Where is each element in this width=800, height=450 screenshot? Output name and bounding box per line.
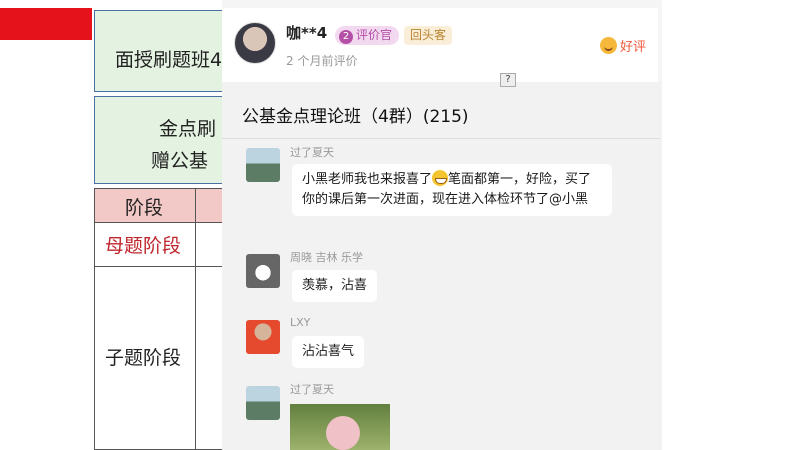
avatar	[246, 320, 280, 354]
message-bubble: 小黑老师我也来报喜了 笔面都第一，好险，买了你的课后第一次进面，现在进入体检环节了…	[292, 164, 612, 216]
divider	[222, 138, 660, 139]
group-chat-title: 公基金点理论班（4群）(215)	[242, 107, 469, 127]
table-row: 母题阶段	[95, 223, 233, 267]
message-text: 沾沾喜气	[302, 344, 355, 359]
row-label-mother: 母题阶段	[105, 235, 182, 257]
message-bubble: 羡慕，沾喜	[292, 270, 378, 302]
message-text: 羡慕，沾喜	[302, 278, 368, 293]
avatar	[246, 254, 280, 288]
pig-image	[326, 416, 360, 450]
evaluator-level: 2	[339, 30, 353, 44]
message-bubble: 沾沾喜气	[292, 336, 365, 368]
help-icon[interactable]: ?	[500, 73, 516, 87]
message-sender: 过了夏天	[290, 146, 334, 159]
review-header: 咖**4 2 评价官 回头客 2 个月前评价 好评	[222, 8, 658, 82]
smile-icon	[600, 37, 617, 54]
screen: 面授刷题班4 金点刷 赠公基 阶段 母题阶段 子题阶段 咖**4 2 评价官 回头…	[0, 0, 800, 450]
right-blank-area	[660, 0, 800, 450]
row-label-child: 子题阶段	[105, 347, 182, 369]
gift-line-2: 赠公基	[151, 150, 209, 172]
repeat-customer-badge: 回头客	[404, 26, 453, 45]
table-header: 阶段	[95, 189, 233, 223]
photo-message	[290, 404, 390, 450]
message-text: 小黑老师我也来报喜了	[302, 172, 433, 187]
review-time: 2 个月前评价	[286, 54, 358, 68]
evaluator-label: 评价官	[356, 28, 393, 42]
course-title-box: 面授刷题班4	[94, 10, 234, 92]
course-title-text: 面授刷题班4	[115, 49, 223, 71]
red-header-bar	[0, 8, 92, 40]
message-sender: 过了夏天	[290, 383, 334, 396]
table-header-label: 阶段	[125, 197, 164, 219]
gift-box: 金点刷 赠公基	[94, 96, 234, 184]
rating-label: 好评	[620, 40, 647, 55]
evaluator-badge[interactable]: 2 评价官	[335, 26, 400, 45]
stage-table: 阶段 母题阶段 子题阶段	[94, 188, 234, 450]
avatar	[246, 148, 280, 182]
avatar	[246, 386, 280, 420]
reviewer-name[interactable]: 咖**4	[286, 22, 327, 43]
avatar[interactable]	[234, 22, 276, 64]
rating-badge: 好评	[600, 36, 646, 55]
grin-emoji-icon	[432, 170, 449, 186]
message-sender: LXY	[290, 316, 311, 329]
message-sender: 周晓 吉林 乐学	[290, 251, 363, 264]
